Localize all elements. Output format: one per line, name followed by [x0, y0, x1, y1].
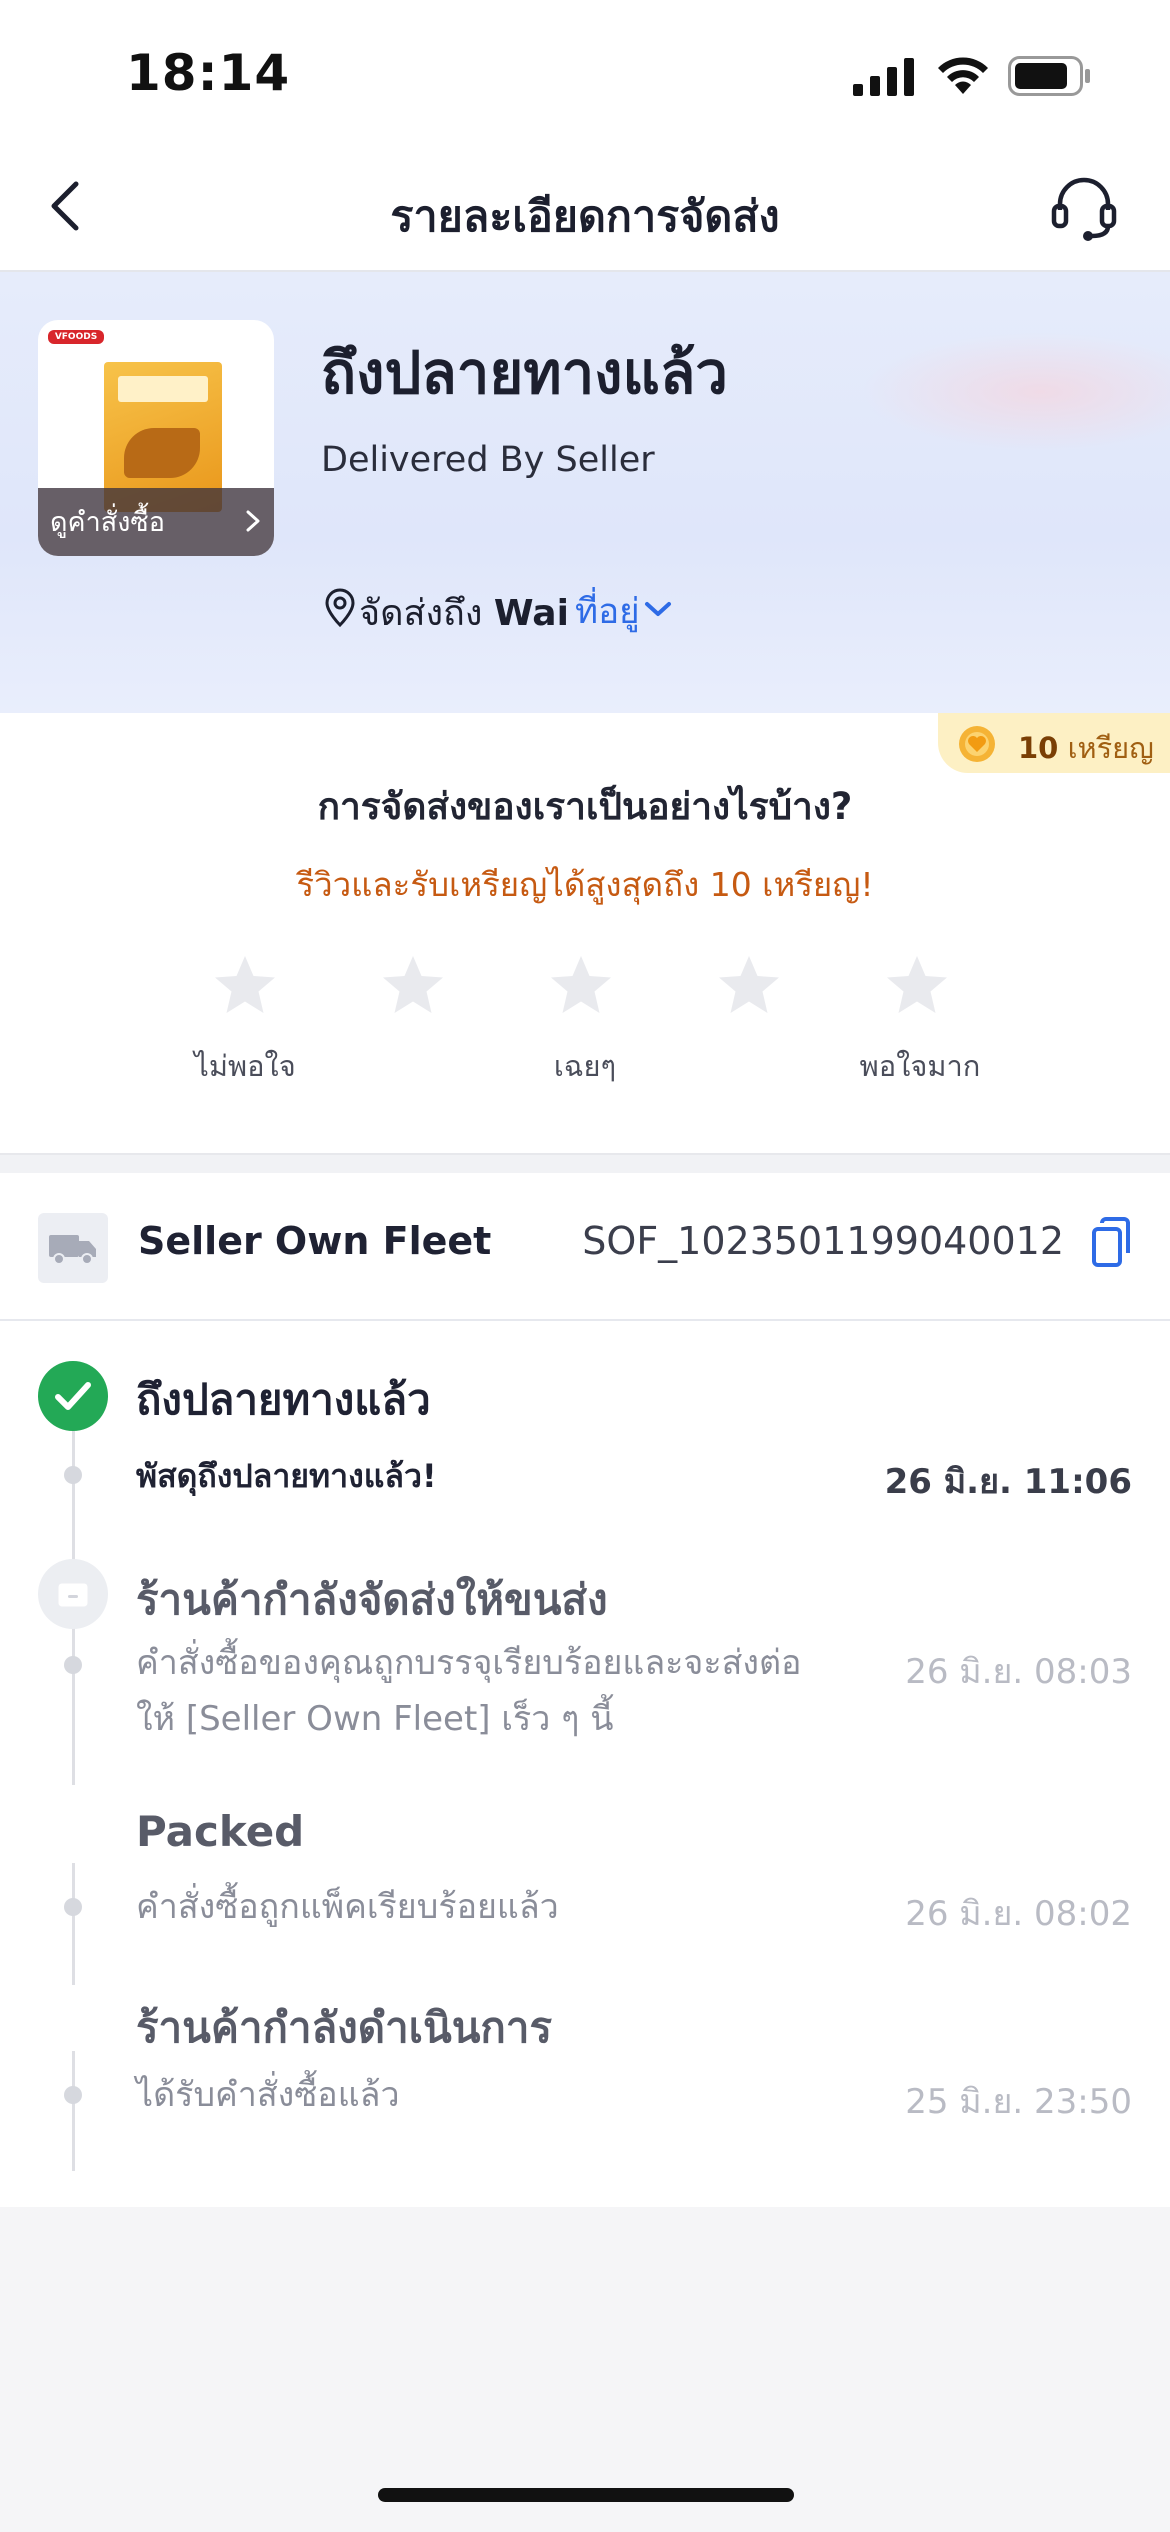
check-circle-icon — [38, 1361, 108, 1431]
review-promo-text: รีวิวและรับเหรียญได้สูงสุดถึง 10 เหรียญ! — [296, 865, 874, 904]
timeline-step-title: ถึงปลายทางแล้ว — [136, 1375, 431, 1424]
star-rating[interactable] — [212, 953, 962, 1023]
chevron-down-icon[interactable] — [642, 598, 674, 620]
chevron-right-icon — [246, 510, 260, 532]
review-question: การจัดส่งของเราเป็นอย่างไรบ้าง? — [317, 785, 853, 828]
timeline-line — [72, 1431, 75, 1543]
wifi-icon — [938, 57, 988, 94]
timeline-step-title: Packed — [136, 1807, 305, 1856]
decorative-glow — [860, 332, 1170, 452]
delivery-method: Delivered By Seller — [321, 440, 655, 480]
carrier-logo — [38, 1213, 108, 1283]
status-time: 18:14 — [126, 44, 291, 102]
timeline-dot — [64, 1656, 82, 1674]
coin-icon — [959, 726, 995, 762]
delivery-review-section: 10 เหรียญ การจัดส่งของเราเป็นอย่างไรบ้าง… — [0, 713, 1170, 1153]
address-dropdown[interactable]: ที่อยู่ — [575, 584, 640, 639]
timeline-event-description: พัสดุถึงปลายทางแล้ว! — [136, 1457, 437, 1495]
status-bar: 18:14 — [0, 0, 1170, 150]
package-icon — [38, 1559, 108, 1629]
timeline-event-description: ได้รับคำสั่งซื้อแล้ว — [136, 2075, 400, 2115]
coin-reward-badge: 10 เหรียญ — [938, 713, 1170, 773]
page-title: รายละเอียดการจัดส่ง — [390, 192, 780, 242]
delivery-status-hero: VFOODS ดูคำสั่งซื้อ ถึงปลายทางแล้ว Deliv… — [0, 272, 1170, 713]
carrier-row: Seller Own Fleet SOF_1023501199040012 — [0, 1173, 1170, 1321]
timeline-step-title: ร้านค้ากำลังจัดส่งให้ขนส่ง — [136, 1575, 608, 1624]
star-icon[interactable] — [716, 953, 782, 1019]
ship-to-text: จัดส่งถึง Wai — [359, 584, 569, 641]
customer-support-headset-icon[interactable] — [1048, 172, 1120, 244]
timeline-event-time: 26 มิ.ย. 08:03 — [905, 1652, 1132, 1692]
timeline-event-time: 26 มิ.ย. 08:02 — [905, 1894, 1132, 1934]
star-icon[interactable] — [212, 953, 278, 1019]
product-brand-logo: VFOODS — [48, 330, 104, 344]
star-icon[interactable] — [548, 953, 614, 1019]
timeline-event-time: 25 มิ.ย. 23:50 — [905, 2082, 1132, 2122]
timeline-event-description: คำสั่งซื้อของคุณถูกบรรจุเรียบร้อยและจะส่… — [136, 1643, 802, 1739]
rating-label-neutral: เฉยๆ — [553, 1049, 617, 1083]
view-order-label: ดูคำสั่งซื้อ — [50, 507, 165, 538]
timeline-dot — [64, 1898, 82, 1916]
delivery-status-title: ถึงปลายทางแล้ว — [321, 339, 728, 407]
timeline-line — [72, 1863, 75, 1985]
nav-bar: รายละเอียดการจัดส่ง — [0, 150, 1170, 272]
rating-label-unsatisfied: ไม่พอใจ — [194, 1049, 296, 1083]
view-order-button[interactable]: ดูคำสั่งซื้อ — [38, 488, 274, 556]
timeline-dot — [64, 1466, 82, 1484]
recipient-name: Wai — [493, 593, 569, 634]
product-thumbnail[interactable]: VFOODS ดูคำสั่งซื้อ — [38, 320, 274, 556]
tracking-number: SOF_1023501199040012 — [582, 1219, 1064, 1263]
tracking-section: Seller Own Fleet SOF_1023501199040012 ถึ… — [0, 1173, 1170, 2207]
carrier-name: Seller Own Fleet — [138, 1219, 492, 1263]
section-divider — [0, 1153, 1170, 1173]
copy-icon[interactable] — [1090, 1217, 1132, 1269]
timeline-step-title: ร้านค้ากำลังดำเนินการ — [136, 2003, 553, 2052]
timeline-event-description: คำสั่งซื้อถูกแพ็คเรียบร้อยแล้ว — [136, 1887, 559, 1927]
truck-icon — [49, 1235, 96, 1265]
star-icon[interactable] — [380, 953, 446, 1019]
battery-icon — [1008, 56, 1090, 96]
timeline-dot — [64, 2086, 82, 2104]
home-indicator[interactable] — [378, 2488, 794, 2502]
timeline-event-time: 26 มิ.ย. 11:06 — [884, 1462, 1132, 1502]
timeline-line — [72, 2051, 75, 2171]
rating-label-very-satisfied: พอใจมาก — [859, 1049, 981, 1083]
ship-to-prefix: จัดส่งถึง — [359, 593, 483, 634]
cellular-signal-icon — [853, 58, 914, 96]
star-icon[interactable] — [884, 953, 950, 1019]
coin-amount: 10 เหรียญ — [1018, 731, 1154, 765]
location-pin-icon — [325, 588, 355, 628]
